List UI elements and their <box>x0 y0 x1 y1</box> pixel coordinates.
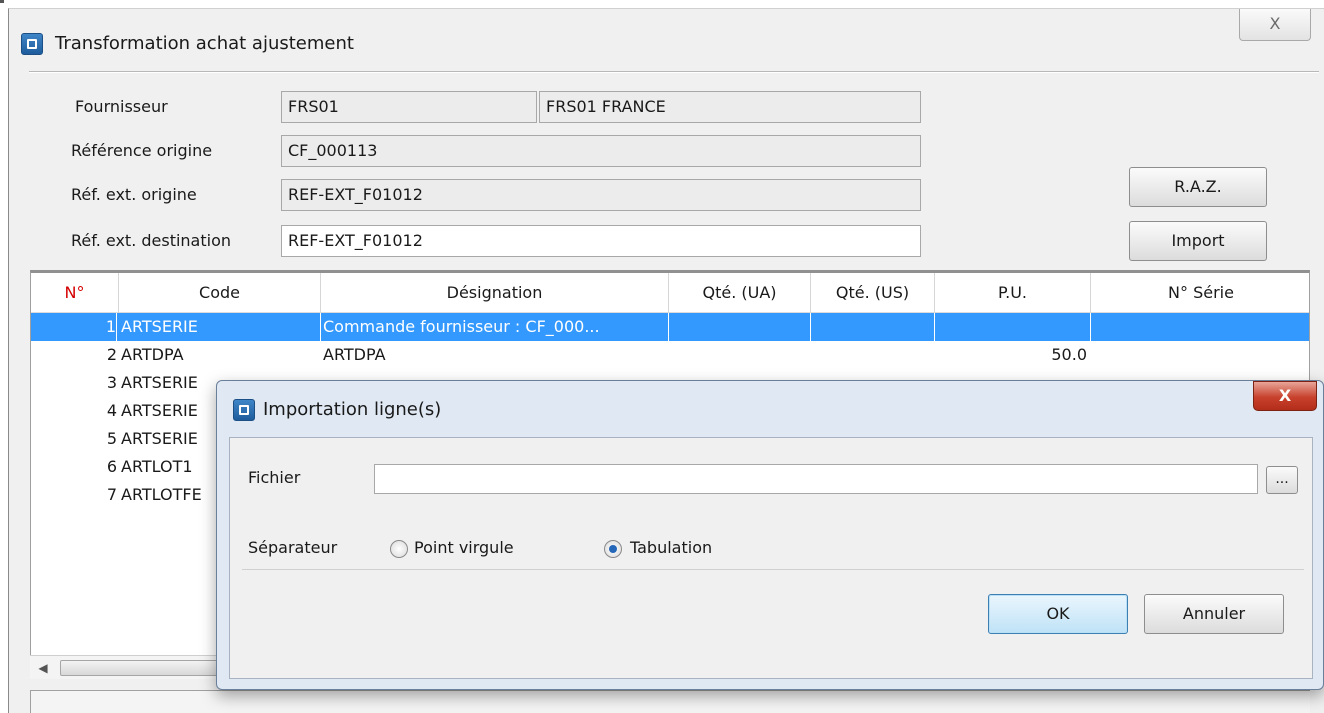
app-icon <box>21 33 43 55</box>
cancel-button[interactable]: Annuler <box>1144 594 1284 634</box>
dialog-options-group: Fichier ... Séparateur Point virgule Tab… <box>242 446 1304 570</box>
close-icon[interactable]: X <box>1239 9 1311 41</box>
ok-button[interactable]: OK <box>988 594 1128 634</box>
row-pu <box>935 313 1091 341</box>
row-designation: ARTDPA <box>323 345 386 364</box>
ref-origine-label: Référence origine <box>71 141 213 160</box>
row-qte-ua <box>669 313 811 341</box>
fournisseur-name-field[interactable]: FRS01 FRANCE <box>539 91 921 123</box>
grid-header: N° Code Désignation Qté. (UA) Qté. (US) … <box>31 273 1309 313</box>
col-header-qte-ua[interactable]: Qté. (UA) <box>669 273 811 313</box>
col-header-pu[interactable]: P.U. <box>935 273 1091 313</box>
browse-button[interactable]: ... <box>1266 466 1298 494</box>
row-num: 2 <box>106 345 117 364</box>
col-header-designation[interactable]: Désignation <box>321 273 669 313</box>
fournisseur-code-field[interactable]: FRS01 <box>281 91 537 123</box>
table-row[interactable]: 1 ARTSERIE Commande fournisseur : CF_000… <box>31 313 1309 341</box>
col-header-serie[interactable]: N° Série <box>1091 273 1309 313</box>
dialog-title: Importation ligne(s) <box>263 399 442 420</box>
row-code: ARTSERIE <box>119 313 321 341</box>
row-num: 5 <box>106 429 117 448</box>
row-pu: 50.0 <box>1051 345 1087 364</box>
ref-ext-destination-label: Réf. ext. destination <box>71 231 232 250</box>
row-qte-us <box>811 313 935 341</box>
close-icon[interactable]: X <box>1253 381 1317 411</box>
ref-ext-origine-label: Réf. ext. origine <box>71 185 197 204</box>
ref-ext-origine-field[interactable]: REF-EXT_F01012 <box>281 179 921 211</box>
col-header-qte-us[interactable]: Qté. (US) <box>811 273 935 313</box>
separateur-label: Séparateur <box>248 538 338 557</box>
row-num: 4 <box>106 401 117 420</box>
import-button[interactable]: Import <box>1129 221 1267 261</box>
window-corner <box>0 0 4 3</box>
import-dialog: Importation ligne(s) X Fichier ... Sépar… <box>216 380 1324 690</box>
ref-origine-field[interactable]: CF_000113 <box>281 135 921 167</box>
radio-point-virgule-label[interactable]: Point virgule <box>414 538 514 557</box>
radio-tabulation-label[interactable]: Tabulation <box>630 538 712 557</box>
col-header-code[interactable]: Code <box>119 273 321 313</box>
row-num: 6 <box>106 457 117 476</box>
row-num: 3 <box>106 373 117 392</box>
row-designation: Commande fournisseur : CF_000... <box>321 313 669 341</box>
table-row[interactable]: 2 ARTDPA ARTDPA 50.0 <box>31 341 1309 369</box>
header-form: Fournisseur FRS01 FRS01 FRANCE Référence… <box>39 75 1319 271</box>
radio-point-virgule[interactable] <box>390 540 408 558</box>
row-serie <box>1091 313 1309 341</box>
scroll-left-icon[interactable]: ◀ <box>34 658 52 678</box>
fournisseur-label: Fournisseur <box>75 97 168 116</box>
ref-ext-destination-field[interactable]: REF-EXT_F01012 <box>281 225 921 257</box>
radio-tabulation[interactable] <box>604 540 622 558</box>
row-num: 7 <box>106 485 117 504</box>
fichier-label: Fichier <box>248 468 301 487</box>
raz-button[interactable]: R.A.Z. <box>1129 167 1267 207</box>
window-title: Transformation achat ajustement <box>55 33 354 54</box>
status-panel <box>30 690 1310 713</box>
col-header-num[interactable]: N° <box>31 273 119 313</box>
fichier-input[interactable] <box>374 464 1258 494</box>
row-code: ARTDPA <box>121 345 184 364</box>
title-separator <box>29 71 1319 73</box>
dialog-client: Fichier ... Séparateur Point virgule Tab… <box>229 437 1313 679</box>
dialog-app-icon <box>233 399 255 421</box>
row-num: 1 <box>31 313 117 341</box>
